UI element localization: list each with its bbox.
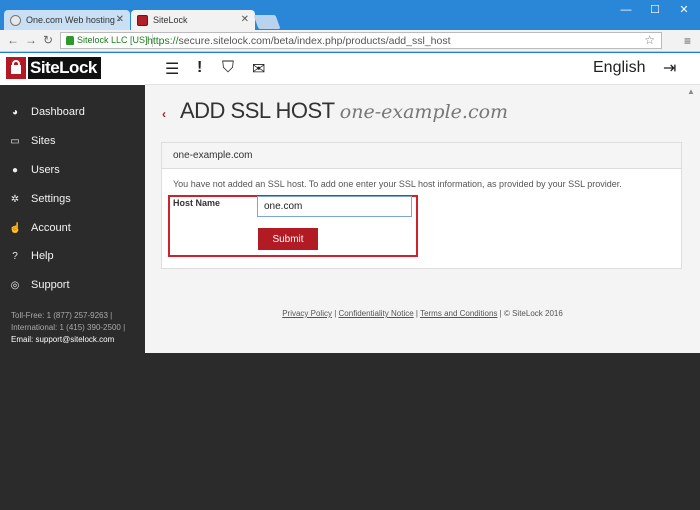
padlock-icon	[66, 36, 74, 45]
main-content: ‹ ADD SSL HOST one-example.com one-examp…	[145, 85, 700, 353]
gear-icon: ✲	[10, 194, 20, 205]
terms-link[interactable]: Terms and Conditions	[420, 309, 497, 318]
sidebar-item-label: Users	[31, 164, 60, 176]
tab-title: SiteLock	[153, 15, 188, 25]
sidebar-item-label: Settings	[31, 193, 71, 205]
ev-certificate-badge[interactable]: Sitelock LLC [US]	[63, 34, 153, 47]
tab-onecom[interactable]: One.com Web hosting - ✕	[4, 10, 130, 30]
contact-tollfree: Toll-Free: 1 (877) 257-9263 |	[11, 311, 113, 320]
tab-sitelock[interactable]: SiteLock ✕	[131, 10, 255, 31]
envelope-icon[interactable]: ✉	[252, 59, 265, 79]
sidebar-item-dashboard[interactable]: ◕ Dashboard	[0, 105, 145, 127]
url-path: secure.sitelock.com/beta/index.php/produ…	[178, 35, 451, 47]
close-icon[interactable]: ✕	[116, 14, 124, 25]
scroll-up-icon[interactable]: ▲	[687, 87, 695, 96]
minimize-icon[interactable]: —	[612, 2, 640, 20]
language-selector[interactable]: English	[593, 59, 645, 77]
logo-wordmark: SiteLock	[28, 57, 101, 79]
lifebuoy-icon: ◎	[10, 280, 20, 291]
alert-icon[interactable]: !	[197, 59, 202, 77]
address-bar[interactable]: Sitelock LLC [US] https://secure.siteloc…	[60, 32, 662, 49]
contact-email[interactable]: Email: support@sitelock.com	[11, 335, 114, 344]
confidentiality-notice-link[interactable]: Confidentiality Notice	[339, 309, 414, 318]
close-icon[interactable]: ✕	[241, 14, 249, 25]
sidebar-item-label: Sites	[31, 135, 56, 147]
bookmark-star-icon[interactable]: ☆	[644, 33, 655, 47]
close-window-icon[interactable]: ✕	[670, 2, 698, 20]
browser-toolbar: ← → ↻ Sitelock LLC [US] https://secure.s…	[0, 30, 700, 52]
info-message: You have not added an SSL host. To add o…	[173, 179, 622, 189]
privacy-policy-link[interactable]: Privacy Policy	[282, 309, 332, 318]
copyright: © SiteLock 2016	[503, 309, 563, 318]
sidebar-item-label: Dashboard	[31, 106, 85, 118]
monitor-icon: ▭	[10, 136, 20, 147]
globe-icon	[10, 15, 21, 26]
page: SiteLock ☰ ! ⛉ ✉ English ⇥ ◕ Dashboard ▭…	[0, 53, 700, 510]
host-name-input[interactable]	[257, 196, 412, 217]
thumbs-up-icon: ☝	[9, 223, 22, 234]
lock-logo-icon	[6, 57, 26, 79]
hamburger-menu-icon[interactable]: ☰	[165, 59, 179, 79]
tab-title: One.com Web hosting -	[26, 15, 121, 25]
back-arrow-icon[interactable]: ←	[7, 33, 19, 47]
top-nav: ☰ ! ⛉ ✉ English ⇥	[145, 53, 700, 85]
question-icon: ?	[12, 251, 18, 262]
page-heading: ADD SSL HOST	[180, 98, 335, 123]
maximize-icon[interactable]: ☐	[641, 2, 669, 20]
ev-label: Sitelock LLC [US]	[77, 35, 148, 45]
back-chevron-icon[interactable]: ‹	[162, 107, 166, 121]
sitelock-favicon-icon	[137, 15, 148, 26]
contact-international: International: 1 (415) 390-2500 |	[11, 323, 126, 332]
sidebar-item-help[interactable]: ? Help	[0, 249, 145, 271]
footer: Privacy Policy | Confidentiality Notice …	[282, 309, 563, 318]
sidebar-item-label: Support	[31, 279, 70, 291]
card-header: one-example.com	[162, 143, 681, 169]
url-text[interactable]: https://secure.sitelock.com/beta/index.p…	[147, 35, 451, 47]
card-title: one-example.com	[173, 150, 253, 161]
sidebar-item-account[interactable]: ☝ Account	[0, 221, 145, 243]
host-name-label: Host Name	[173, 198, 221, 208]
browser-menu-icon[interactable]: ≡	[684, 34, 691, 48]
logout-icon[interactable]: ⇥	[663, 58, 676, 78]
sidebar-item-users[interactable]: ● Users	[0, 163, 145, 185]
page-domain: one-example.com	[339, 101, 509, 123]
scrollbar[interactable]: ▲	[683, 85, 700, 353]
dashboard-icon: ◕	[11, 107, 19, 118]
forward-arrow-icon[interactable]: →	[25, 33, 37, 47]
brand-bar: SiteLock	[0, 53, 145, 85]
ssl-host-card: one-example.com You have not added an SS…	[161, 142, 682, 269]
users-icon: ●	[11, 165, 19, 176]
submit-button[interactable]: Submit	[258, 228, 318, 250]
sidebar-item-sites[interactable]: ▭ Sites	[0, 134, 145, 156]
url-scheme: https://	[147, 35, 179, 47]
sidebar-item-label: Account	[31, 222, 71, 234]
sidebar-item-settings[interactable]: ✲ Settings	[0, 192, 145, 214]
sidebar-item-label: Help	[31, 250, 54, 262]
sidebar-item-support[interactable]: ◎ Support	[0, 278, 145, 300]
new-tab-button[interactable]	[253, 15, 281, 29]
browser-titlebar: One.com Web hosting - ✕ SiteLock ✕ — ☐ ✕	[0, 0, 700, 31]
page-title: ADD SSL HOST one-example.com	[180, 98, 508, 124]
reload-icon[interactable]: ↻	[43, 33, 53, 47]
shield-icon[interactable]: ⛉	[222, 59, 234, 77]
sidebar: ◕ Dashboard ▭ Sites ● Users ✲ Settings ☝…	[0, 85, 145, 353]
